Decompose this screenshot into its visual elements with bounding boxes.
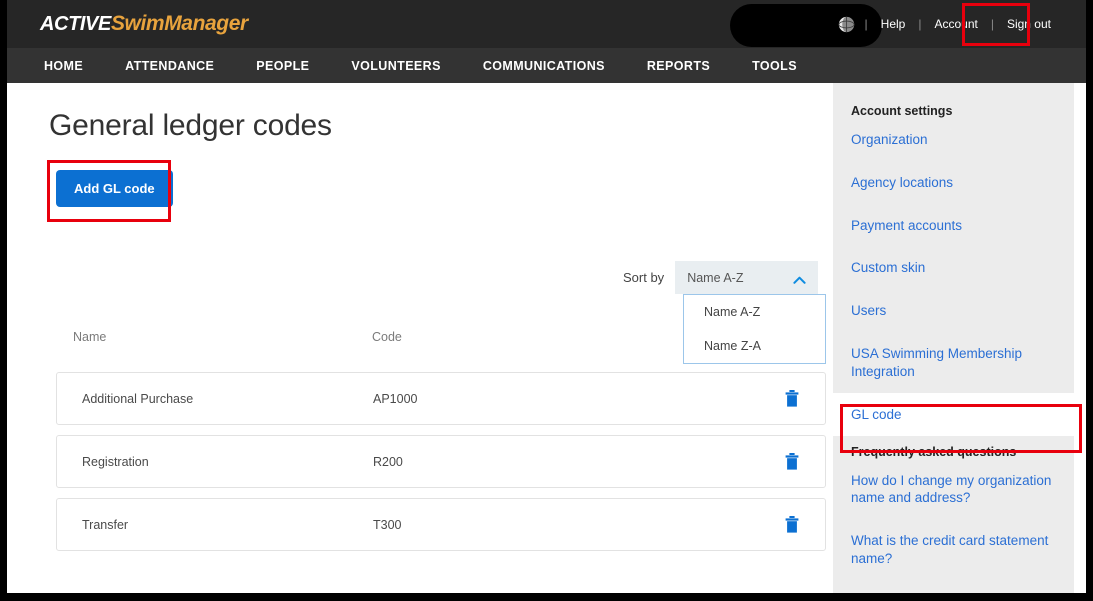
cell-code: T300 (373, 517, 402, 532)
sidebar-item-users[interactable]: Users (833, 289, 1074, 332)
sidebar-heading-account-settings: Account settings (851, 104, 953, 118)
faq-link-change-organization-name[interactable]: How do I change my organization name and… (833, 459, 1074, 520)
sidebar-item-organization[interactable]: Organization (833, 118, 1074, 161)
page-title: General ledger codes (49, 109, 332, 142)
trash-icon[interactable] (785, 390, 799, 407)
screenshot-frame: ACTIVESwimManager | Help | Account | Sig… (0, 0, 1093, 601)
cell-name: Transfer (82, 517, 129, 532)
sidebar-heading-faq: Frequently asked questions (851, 444, 1017, 459)
sign-out-link[interactable]: Sign out (994, 17, 1064, 31)
cell-delete (673, 516, 825, 533)
account-link[interactable]: Account (921, 17, 990, 31)
nav-item-communications[interactable]: COMMUNICATIONS (483, 59, 605, 73)
sort-options-dropdown[interactable]: Name A-Z Name Z-A (683, 294, 826, 364)
cell-name: Registration (82, 454, 149, 469)
page-root: ACTIVESwimManager | Help | Account | Sig… (7, 0, 1086, 593)
gl-code-list: Additional Purchase AP1000 Registration … (56, 372, 826, 561)
sort-option-name-za[interactable]: Name Z-A (684, 329, 825, 363)
globe-icon[interactable] (837, 16, 855, 33)
logo-active-text: ACTIVE (40, 13, 111, 35)
column-header-name: Name (73, 330, 107, 344)
cell-code: R200 (373, 454, 403, 469)
nav-item-tools[interactable]: TOOLS (752, 59, 797, 73)
cell-code: AP1000 (373, 391, 418, 406)
nav-item-reports[interactable]: REPORTS (647, 59, 710, 73)
chevron-up-icon (793, 272, 806, 284)
nav-item-attendance[interactable]: ATTENDANCE (125, 59, 214, 73)
sort-control: Sort by Name A-Z (623, 261, 819, 294)
sort-select-value: Name A-Z (687, 270, 744, 285)
add-gl-code-button[interactable]: Add GL code (56, 170, 173, 207)
sidebar-item-gl-code[interactable]: GL code (833, 392, 1074, 436)
faq-link-credit-card-statement-name[interactable]: What is the credit card statement name? (833, 519, 1074, 580)
cell-name: Additional Purchase (82, 391, 194, 406)
trash-icon[interactable] (785, 453, 799, 470)
nav-item-volunteers[interactable]: VOLUNTEERS (351, 59, 440, 73)
sidebar-item-custom-skin[interactable]: Custom skin (833, 246, 1074, 289)
app-header: ACTIVESwimManager | Help | Account | Sig… (7, 0, 1086, 48)
table-row[interactable]: Transfer T300 (56, 498, 826, 551)
sort-option-name-az[interactable]: Name A-Z (684, 295, 825, 329)
sort-select[interactable]: Name A-Z (675, 261, 819, 294)
table-row[interactable]: Registration R200 (56, 435, 826, 488)
sidebar-item-usa-swimming-membership-integration[interactable]: USA Swimming Membership Integration (833, 332, 1074, 393)
help-link[interactable]: Help (868, 17, 919, 31)
header-utility-nav: | Help | Account | Sign out (837, 0, 1064, 48)
cell-delete (673, 453, 825, 470)
trash-icon[interactable] (785, 516, 799, 533)
nav-item-home[interactable]: HOME (44, 59, 83, 73)
main-content-area: General ledger codes Add GL code Sort by… (7, 83, 833, 593)
sidebar-item-agency-locations[interactable]: Agency locations (833, 161, 1074, 204)
account-settings-sidebar: Account settings Organization Agency loc… (833, 83, 1074, 593)
cell-delete (673, 390, 825, 407)
table-row[interactable]: Additional Purchase AP1000 (56, 372, 826, 425)
main-navigation-bar: HOME ATTENDANCE PEOPLE VOLUNTEERS COMMUN… (7, 48, 1086, 83)
account-link-wrapper: Account (921, 3, 990, 46)
active-swimmanager-logo[interactable]: ACTIVESwimManager (40, 12, 248, 36)
column-header-code: Code (372, 330, 402, 344)
logo-product-text: SwimManager (110, 12, 248, 35)
sort-by-label: Sort by (623, 270, 665, 285)
main-navigation-items: HOME ATTENDANCE PEOPLE VOLUNTEERS COMMUN… (7, 48, 1086, 83)
sidebar-item-payment-accounts[interactable]: Payment accounts (833, 204, 1074, 247)
nav-item-people[interactable]: PEOPLE (256, 59, 309, 73)
